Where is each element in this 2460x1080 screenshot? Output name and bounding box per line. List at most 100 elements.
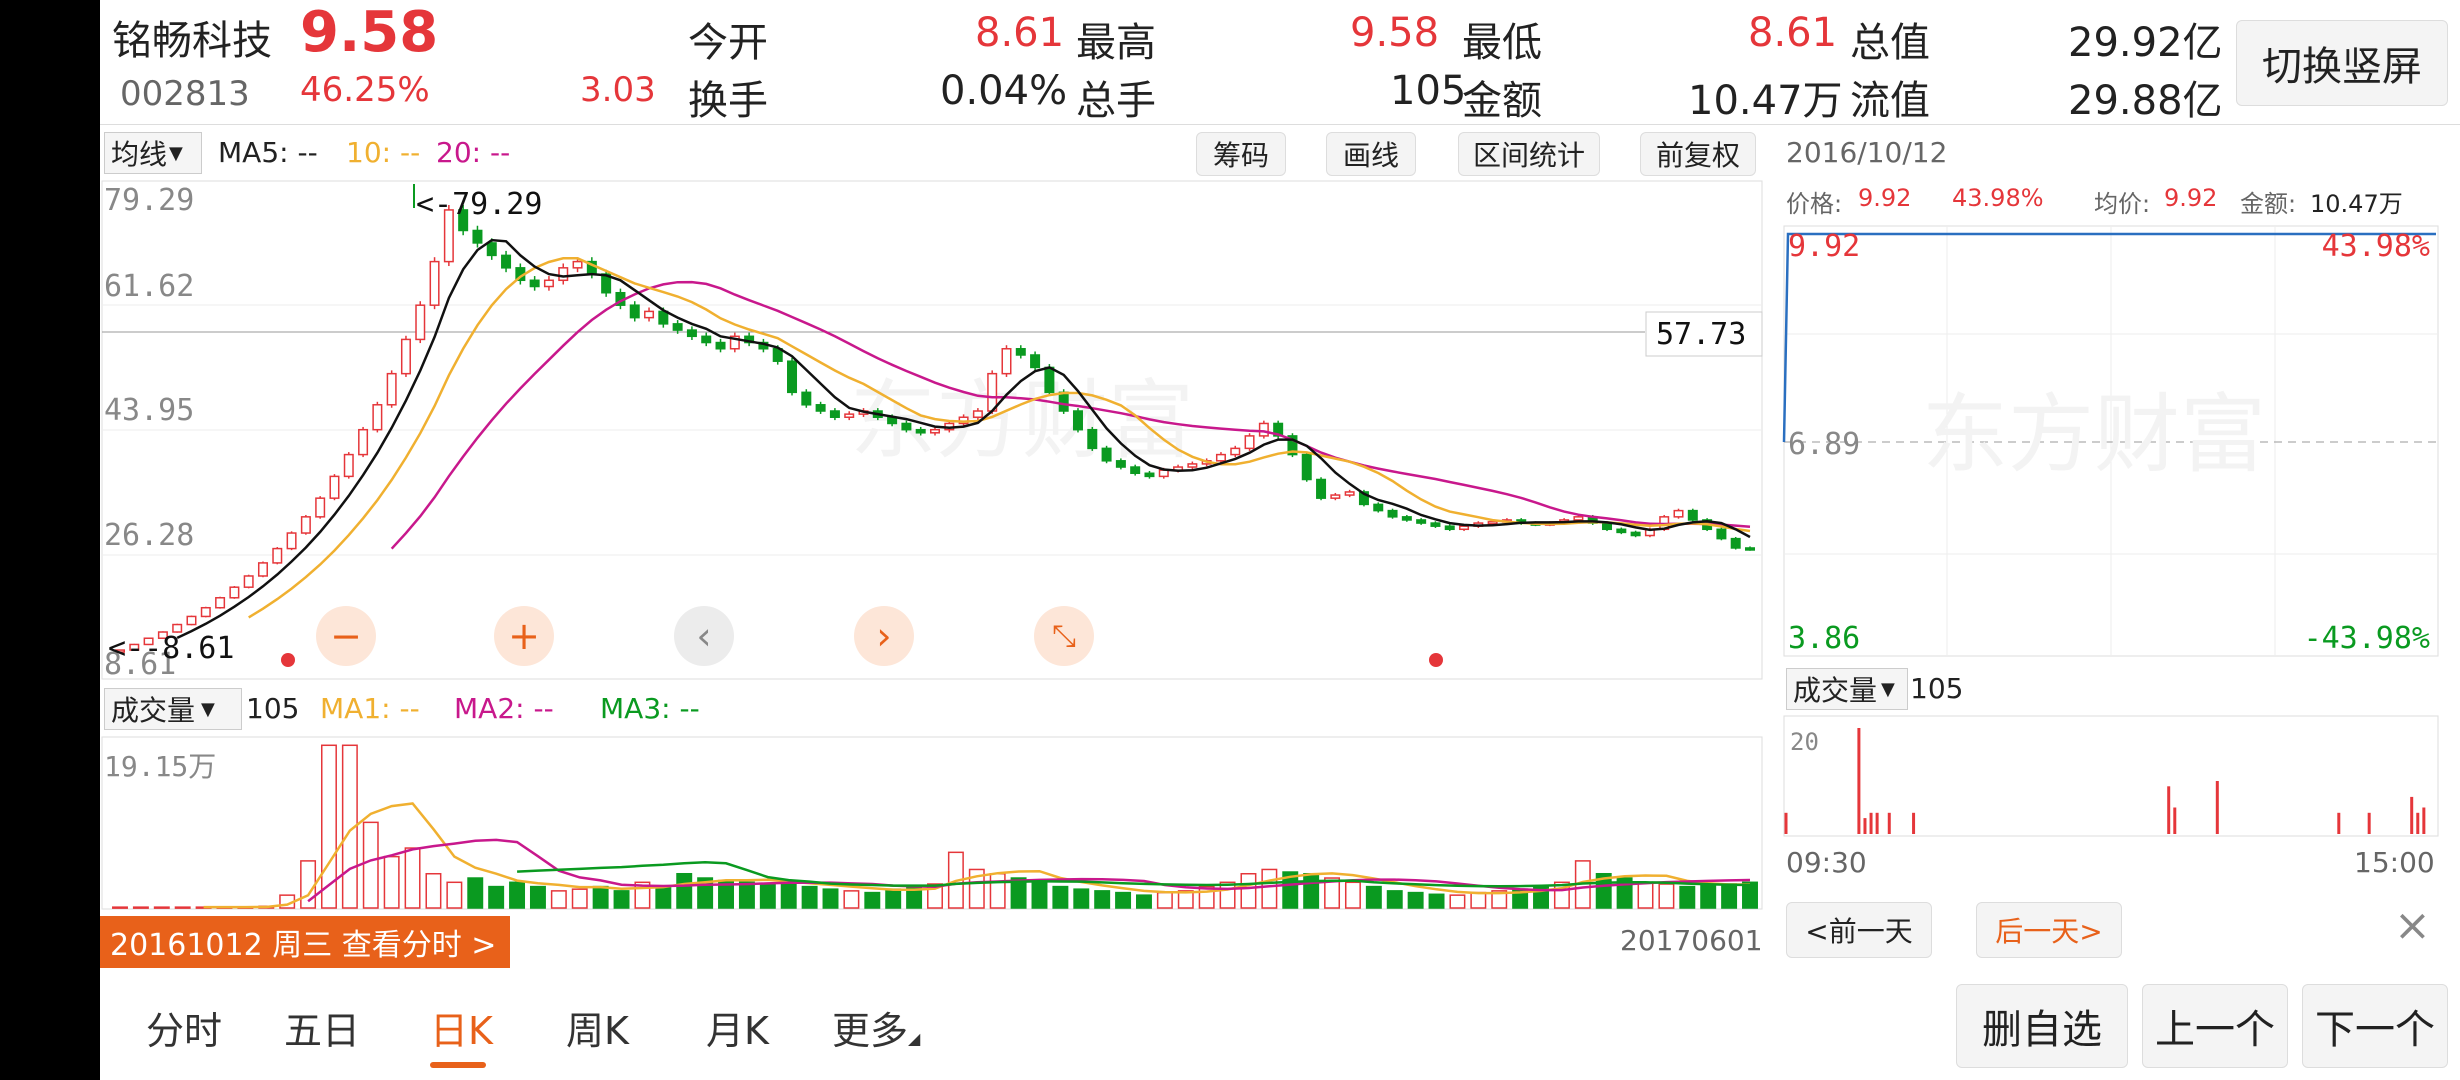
chips-button[interactable]: 筹码: [1196, 132, 1286, 176]
candle: [200, 606, 211, 618]
tab-monthly-k[interactable]: 月K: [706, 1000, 769, 1055]
volume-bar: [1094, 890, 1111, 909]
candle: [644, 310, 655, 319]
candle: [715, 341, 726, 350]
scroll-left-button[interactable]: ‹: [674, 606, 734, 666]
candle: [529, 279, 540, 288]
volume-bar: [738, 881, 755, 909]
kline-end-date: 20170601: [1620, 924, 1763, 957]
range-stats-button[interactable]: 区间统计: [1458, 132, 1600, 176]
candle: [329, 475, 340, 499]
total-vol-label: 总手: [1076, 78, 1156, 124]
candle: [572, 260, 583, 269]
float-mv-value: 29.88亿: [2068, 78, 2223, 124]
open-value: 8.61: [975, 10, 1065, 56]
candle: [787, 360, 798, 394]
candle: [215, 597, 226, 609]
candle: [829, 410, 840, 418]
total-vol-value: 105: [1390, 68, 1467, 114]
tab-5day[interactable]: 五日: [284, 1000, 360, 1055]
adjust-button[interactable]: 前复权: [1640, 132, 1756, 176]
intraday-bottom-right: -43.98%: [2304, 621, 2430, 656]
intraday-top-left: 9.92: [1788, 229, 1860, 264]
tab-daily-k[interactable]: 日K: [430, 1000, 493, 1055]
kline-ylabel-0: 79.29: [104, 183, 194, 218]
candle: [1444, 525, 1455, 531]
volume-select-label: 成交量: [111, 694, 196, 727]
intraday-amount: 10.47万: [2310, 190, 2403, 218]
tab-weekly-k[interactable]: 周K: [566, 1000, 629, 1055]
open-label: 今开: [688, 20, 768, 66]
intraday-volume-value: 105: [1910, 672, 1964, 705]
remove-watchlist-button[interactable]: 删自选: [1956, 984, 2128, 1068]
candle: [1101, 447, 1112, 462]
candle: [1258, 422, 1269, 437]
view-intraday-button[interactable]: 20161012 周三 查看分时 >: [100, 916, 510, 968]
intraday-date: 2016/10/12: [1786, 136, 1948, 169]
zoom-out-button[interactable]: −: [316, 606, 376, 666]
candle: [1573, 516, 1584, 521]
close-icon[interactable]: ×: [2394, 900, 2431, 951]
candle: [658, 310, 669, 325]
candle: [1130, 466, 1141, 475]
candle: [229, 586, 240, 599]
intraday-volume-chart[interactable]: 20: [1782, 714, 2442, 838]
switch-portrait-button[interactable]: 切换竖屏: [2236, 20, 2448, 106]
candle: [429, 260, 440, 306]
volume-bar: [383, 855, 400, 909]
prev-stock-button[interactable]: 上一个: [2142, 984, 2288, 1068]
ma5-legend: MA5: --: [218, 136, 318, 169]
ma-select[interactable]: 均线 ▼: [104, 132, 202, 174]
event-dot-1: [281, 653, 295, 667]
stock-name: 铭畅科技: [112, 18, 272, 64]
candle: [1416, 519, 1427, 524]
intraday-watermark: 东方财富: [1922, 385, 2266, 485]
tab-intraday[interactable]: 分时: [146, 1000, 222, 1055]
candle: [272, 547, 283, 564]
volume-bar: [989, 872, 1006, 909]
candle: [1330, 494, 1341, 499]
vol-ma2-legend: MA2: --: [454, 692, 554, 725]
chevron-right-icon: ›: [876, 614, 892, 658]
candle: [501, 254, 512, 269]
collapse-icon: ⤡: [1052, 618, 1076, 654]
volume-bar: [676, 872, 693, 909]
volume-chart[interactable]: 19.15万: [100, 736, 1766, 912]
kline-ylabel-3: 26.28: [104, 518, 194, 553]
intraday-chart[interactable]: 东方财富 9.92 43.98% 6.89 3.86 -43.98%: [1782, 224, 2442, 658]
intraday-volume-select[interactable]: 成交量 ▼: [1786, 668, 1908, 710]
volume-ylabel: 19.15万: [104, 750, 216, 783]
chevron-down-icon: ▼: [1881, 678, 1895, 700]
volume-bar: [592, 885, 609, 909]
plus-icon: +: [508, 614, 540, 658]
volume-bar: [1407, 891, 1424, 909]
zoom-in-button[interactable]: +: [494, 606, 554, 666]
float-mv-label: 流值: [1850, 78, 1930, 124]
next-day-button[interactable]: 后一天>: [1976, 902, 2122, 958]
event-dot-2: [1429, 653, 1443, 667]
tab-more[interactable]: 更多◢: [832, 1000, 920, 1055]
total-mv-label: 总值: [1850, 20, 1930, 66]
volume-bar: [425, 872, 442, 909]
candle: [1230, 447, 1241, 456]
volume-select[interactable]: 成交量 ▼: [104, 688, 242, 730]
intraday-volume-select-label: 成交量: [1793, 674, 1878, 707]
reset-zoom-button[interactable]: ⤡: [1034, 606, 1094, 666]
candle: [372, 404, 383, 431]
volume-bar: [1261, 868, 1278, 909]
volume-bar: [1428, 893, 1445, 909]
volume-bar: [174, 906, 191, 909]
draw-line-button[interactable]: 画线: [1326, 132, 1416, 176]
candle: [1387, 509, 1398, 518]
candle: [801, 391, 812, 406]
candle: [1215, 453, 1226, 462]
candle: [1316, 478, 1327, 499]
next-stock-button[interactable]: 下一个: [2302, 984, 2448, 1068]
intraday-avg: 9.92: [2164, 184, 2218, 212]
volume-bar: [132, 906, 149, 909]
intraday-price-label: 价格:: [1786, 190, 1843, 218]
intraday-time-end: 15:00: [2354, 846, 2435, 879]
scroll-right-button[interactable]: ›: [854, 606, 914, 666]
prev-day-button[interactable]: <前一天: [1786, 902, 1932, 958]
volume-bar: [404, 847, 421, 909]
